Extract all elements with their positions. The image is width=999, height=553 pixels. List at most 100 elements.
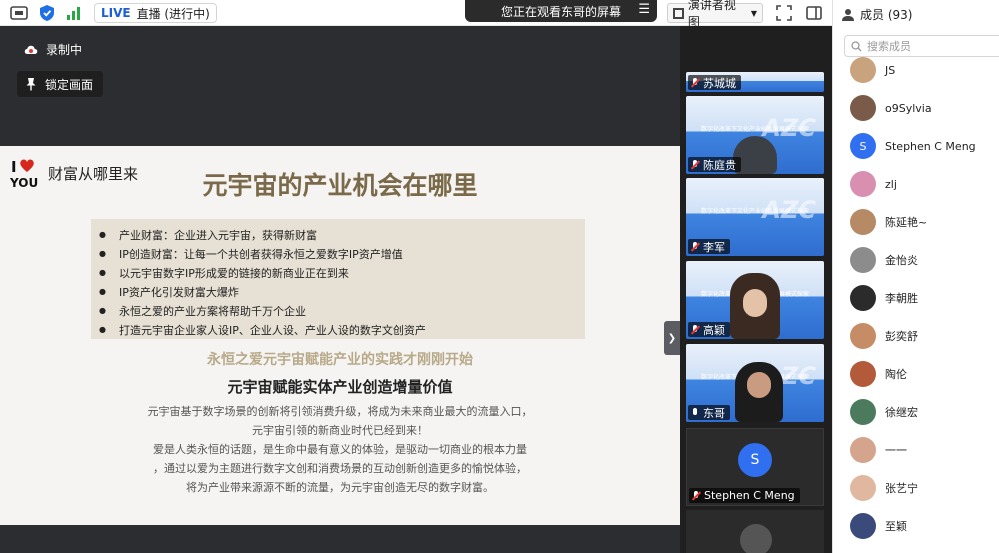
members-title: 成员 (93) <box>860 8 913 22</box>
top-toolbar: LIVE 直播 (进行中) 您正在观看东哥的屏幕 ☰ 演讲者视图 ▼ <box>0 0 832 29</box>
member-name: 陶伦 <box>885 368 907 381</box>
avatar <box>850 247 876 273</box>
avatar <box>850 323 876 349</box>
member-name: o9Sylvia <box>885 101 932 115</box>
member-row[interactable]: 李朝胜 <box>850 283 918 313</box>
avatar <box>850 437 876 463</box>
shared-screen: 录制中 锁定画面 I YOU 财富从哪里来 元宇宙的产业机会在哪里 ● 产业财富：… <box>0 26 680 553</box>
member-name: zlj <box>885 177 897 191</box>
member-row[interactable]: 徐继宏 <box>850 397 918 427</box>
view-mode-dropdown[interactable]: 演讲者视图 ▼ <box>667 0 763 29</box>
bullet-list: ● 产业财富：企业进入元宇宙，获得新财富 ● IP创造财富：让每一个共创者获得永恒之… <box>91 219 585 339</box>
video-tile[interactable]: 数字化改革下文化产业创新发展模式探索 AZC 陈庭贵 <box>686 96 824 174</box>
avatar: S <box>738 443 772 477</box>
member-row[interactable]: 张艺宁 <box>850 473 918 503</box>
bullet-item: ● IP资产化引发财富大爆炸 <box>99 285 239 299</box>
member-search-placeholder: 搜索成员 <box>867 40 911 53</box>
member-row[interactable]: 陈延艳~ <box>850 207 927 237</box>
slide-paragraph: 元宇宙基于数字场景的创新将引领消费升级，将成为未来商业最大的流量入口， 元宇宙引… <box>110 402 570 497</box>
mic-muted-icon <box>691 241 699 252</box>
mic-muted-icon <box>692 490 700 501</box>
member-name: JS <box>885 63 896 77</box>
video-tile[interactable] <box>686 510 824 553</box>
bullet-item: ● IP创造财富：让每一个共创者获得永恒之爱数字IP资产增值 <box>99 247 403 261</box>
paragraph-line: 爱是人类永恒的话题，是生命中最有意义的体验，是驱动一切商业的根本力量 <box>153 443 527 456</box>
video-tile[interactable]: S Stephen C Meng <box>686 428 824 506</box>
participant-name: 高颖 <box>703 323 725 337</box>
slide-subtitle: 永恒之爱元宇宙赋能产业的实践才刚刚开始 <box>207 352 473 368</box>
toggle-sidebar-button[interactable] <box>804 3 824 23</box>
avatar <box>850 171 876 197</box>
member-row[interactable]: o9Sylvia <box>850 93 932 123</box>
live-label: LIVE <box>101 6 131 20</box>
cloud-recording-icon <box>24 45 38 54</box>
paragraph-line: 元宇宙基于数字场景的创新将引领消费升级，将成为未来商业最大的流量入口， <box>147 405 533 418</box>
participant-name: 苏城城 <box>703 76 736 90</box>
recording-indicator[interactable]: 录制中 <box>24 41 82 58</box>
video-tile[interactable]: 数字化改革下文化产业创新发展模式探索 高颖 <box>686 261 824 339</box>
chevron-right-icon: ❯ <box>667 332 677 344</box>
bullet-item: ● 以元宇宙数字IP形成爱的链接的新商业正在到来 <box>99 266 349 280</box>
member-name: 彭奕舒 <box>885 330 918 343</box>
member-name: 金怡炎 <box>885 254 918 267</box>
paragraph-line: ，通过以爱为主题进行数字文创和消费场景的互动创新创造更多的愉悦体验， <box>153 462 527 475</box>
member-name: 陈延艳~ <box>885 216 928 229</box>
member-row[interactable]: 一一 <box>850 435 907 465</box>
video-tile[interactable]: 苏城城 <box>686 72 824 92</box>
meeting-info-icon[interactable] <box>10 4 28 22</box>
video-tile[interactable]: 数字化改革下文化产业创新发展模式探索 AZC 李军 <box>686 178 824 256</box>
menu-icon[interactable]: ☰ <box>638 2 650 17</box>
mic-icon <box>691 407 699 418</box>
video-tile-active-speaker[interactable]: 数字化改革下文化产业创新发展模式探索 AZC 东哥 <box>686 344 824 422</box>
paragraph-line: 将为产业带来源源不断的流量，为元宇宙创造无尽的数字财富。 <box>186 481 494 494</box>
fullscreen-icon <box>776 5 792 21</box>
pin-icon <box>26 78 36 91</box>
avatar <box>740 524 772 553</box>
member-name: 张艺宁 <box>885 482 918 495</box>
slide-title: 元宇宙的产业机会在哪里 <box>202 171 478 200</box>
avatar <box>850 475 876 501</box>
collapse-video-strip-button[interactable]: ❯ <box>664 321 680 355</box>
member-row[interactable]: zlj <box>850 169 897 199</box>
fullscreen-button[interactable] <box>774 3 794 23</box>
members-panel: 成员 (93) 搜索成员 JS o9Sylvia S Stephen C Meng zl… <box>832 0 999 553</box>
recording-label: 录制中 <box>46 43 83 57</box>
live-status-badge[interactable]: LIVE 直播 (进行中) <box>94 3 217 23</box>
participant-video <box>735 362 783 422</box>
mic-muted-icon <box>691 77 699 88</box>
slide-thumbnail-logo: AZC <box>762 196 816 224</box>
member-name: 徐继宏 <box>885 406 918 419</box>
member-row[interactable]: 金怡炎 <box>850 245 918 275</box>
member-row[interactable]: S Stephen C Meng <box>850 131 976 161</box>
lock-screen-button[interactable]: 锁定画面 <box>17 71 103 97</box>
member-row[interactable]: JS <box>850 55 895 85</box>
participant-name: 东哥 <box>703 406 725 420</box>
member-name: Stephen C Meng <box>885 139 976 153</box>
member-row[interactable]: 至颖 <box>850 511 907 541</box>
sidebar-icon <box>806 6 822 20</box>
mic-muted-icon <box>691 324 699 335</box>
share-notice-text: 您正在观看东哥的屏幕 <box>500 4 621 19</box>
avatar <box>850 361 876 387</box>
member-name: 李朝胜 <box>885 292 918 305</box>
avatar <box>850 399 876 425</box>
presentation-slide: I YOU 财富从哪里来 元宇宙的产业机会在哪里 ● 产业财富：企业进入元宇宙，获… <box>0 146 680 525</box>
screen-share-notice[interactable]: 您正在观看东哥的屏幕 ☰ <box>465 0 657 22</box>
shield-icon[interactable] <box>38 4 56 22</box>
member-search-input[interactable]: 搜索成员 <box>844 35 999 57</box>
signal-icon[interactable] <box>65 4 83 22</box>
member-name: 一一 <box>885 444 907 457</box>
members-header: 成员 (93) <box>841 6 912 23</box>
grid-view-icon <box>673 7 684 19</box>
avatar <box>850 57 876 83</box>
video-strip: 苏城城 数字化改革下文化产业创新发展模式探索 AZC 陈庭贵 数字化改革下文化产… <box>680 26 832 553</box>
search-icon <box>851 40 862 51</box>
avatar <box>850 209 876 235</box>
slide-heading: 元宇宙赋能实体产业创造增量价值 <box>227 378 453 396</box>
member-name: 至颖 <box>885 520 907 533</box>
avatar <box>850 285 876 311</box>
member-row[interactable]: 彭奕舒 <box>850 321 918 351</box>
slide-thumbnail-logo: AZC <box>762 114 816 142</box>
participant-name: Stephen C Meng <box>704 489 795 502</box>
member-row[interactable]: 陶伦 <box>850 359 907 389</box>
